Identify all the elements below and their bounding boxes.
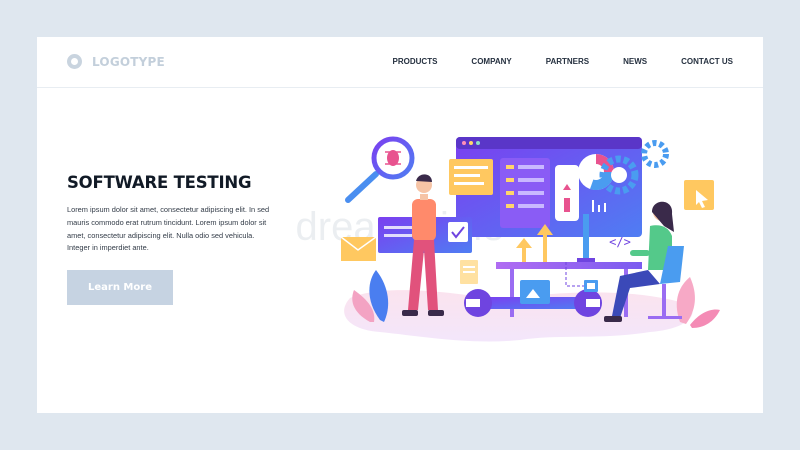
- learn-more-button[interactable]: Learn More: [67, 270, 173, 305]
- site-header: LOGOTYPE PRODUCTS COMPANY PARTNERS NEWS …: [37, 37, 763, 88]
- logo-mark-icon: [67, 54, 82, 69]
- logo-text: LOGOTYPE: [92, 54, 165, 69]
- main-nav: PRODUCTS COMPANY PARTNERS NEWS CONTACT U…: [359, 57, 763, 66]
- nav-link-products[interactable]: PRODUCTS: [393, 57, 438, 66]
- hero-description: Lorem ipsum dolor sit amet, consectetur …: [67, 205, 270, 253]
- page-card: LOGOTYPE PRODUCTS COMPANY PARTNERS NEWS …: [37, 37, 763, 413]
- nav-link-news[interactable]: NEWS: [623, 57, 647, 66]
- nav-link-contact-us[interactable]: CONTACT US: [681, 57, 733, 66]
- logo[interactable]: LOGOTYPE: [67, 54, 165, 69]
- nav-link-partners[interactable]: PARTNERS: [546, 57, 589, 66]
- nav-link-company[interactable]: COMPANY: [471, 57, 511, 66]
- hero-title: SOFTWARE TESTING: [67, 173, 252, 192]
